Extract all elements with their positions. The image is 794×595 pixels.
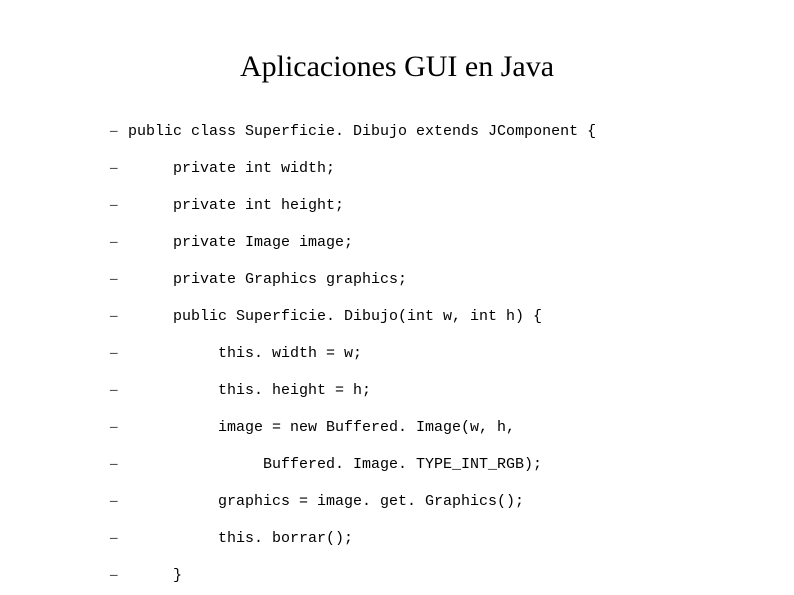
bullet-dash: –: [110, 420, 128, 435]
code-line: –public class Superficie. Dibujo extends…: [110, 124, 684, 139]
code-line: –Buffered. Image. TYPE_INT_RGB);: [110, 457, 684, 472]
code-text: }: [128, 568, 182, 583]
bullet-dash: –: [110, 494, 128, 509]
code-text: Buffered. Image. TYPE_INT_RGB);: [128, 457, 542, 472]
bullet-dash: –: [110, 309, 128, 324]
code-line: –private Graphics graphics;: [110, 272, 684, 287]
code-text: public class Superficie. Dibujo extends …: [128, 124, 596, 139]
code-text: private Graphics graphics;: [128, 272, 407, 287]
code-text: private int width;: [128, 161, 335, 176]
code-text: public Superficie. Dibujo(int w, int h) …: [128, 309, 542, 324]
bullet-dash: –: [110, 568, 128, 583]
code-line: –private int height;: [110, 198, 684, 213]
code-text: graphics = image. get. Graphics();: [128, 494, 524, 509]
code-line: –private Image image;: [110, 235, 684, 250]
code-line: –private int width;: [110, 161, 684, 176]
bullet-dash: –: [110, 161, 128, 176]
code-line: –this. width = w;: [110, 346, 684, 361]
bullet-dash: –: [110, 124, 128, 139]
code-text: private int height;: [128, 198, 344, 213]
bullet-dash: –: [110, 235, 128, 250]
bullet-dash: –: [110, 346, 128, 361]
code-text: this. height = h;: [128, 383, 371, 398]
code-text: this. borrar();: [128, 531, 353, 546]
code-text: this. width = w;: [128, 346, 362, 361]
bullet-dash: –: [110, 272, 128, 287]
code-line: –this. height = h;: [110, 383, 684, 398]
code-line: –this. borrar();: [110, 531, 684, 546]
bullet-dash: –: [110, 531, 128, 546]
bullet-dash: –: [110, 457, 128, 472]
slide-title: Aplicaciones GUI en Java: [110, 50, 684, 84]
code-line: –}: [110, 568, 684, 583]
code-line: –public Superficie. Dibujo(int w, int h)…: [110, 309, 684, 324]
code-list: –public class Superficie. Dibujo extends…: [110, 124, 684, 583]
bullet-dash: –: [110, 198, 128, 213]
code-line: –image = new Buffered. Image(w, h,: [110, 420, 684, 435]
code-line: –graphics = image. get. Graphics();: [110, 494, 684, 509]
code-text: private Image image;: [128, 235, 353, 250]
bullet-dash: –: [110, 383, 128, 398]
code-text: image = new Buffered. Image(w, h,: [128, 420, 515, 435]
